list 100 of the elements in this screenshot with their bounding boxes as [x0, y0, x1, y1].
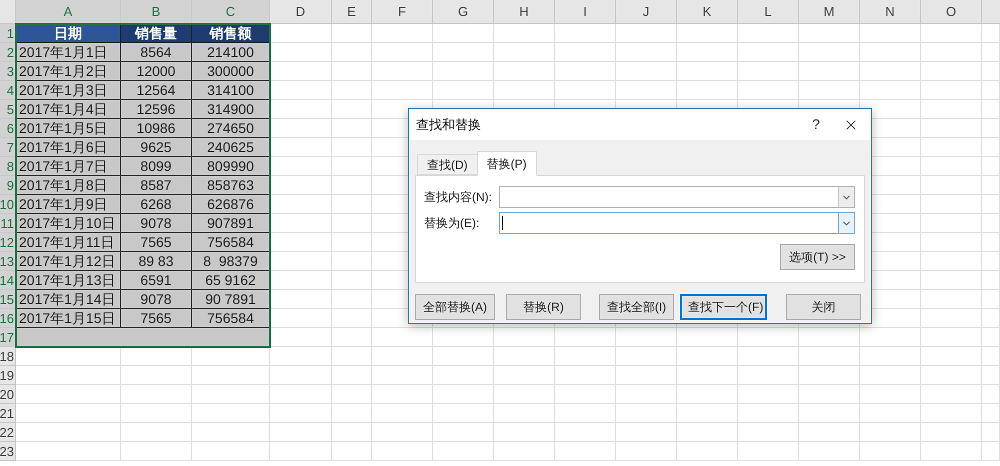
- row-header[interactable]: 7: [0, 138, 16, 157]
- empty-cell[interactable]: [921, 138, 982, 157]
- empty-cell[interactable]: [332, 157, 372, 176]
- combo-field[interactable]: [499, 186, 855, 208]
- empty-cell[interactable]: [677, 43, 738, 62]
- empty-cell[interactable]: [860, 43, 921, 62]
- empty-cell[interactable]: [616, 62, 677, 81]
- empty-cell[interactable]: [860, 385, 921, 404]
- row-header[interactable]: 13: [0, 252, 16, 271]
- empty-cell[interactable]: [433, 366, 494, 385]
- empty-cell[interactable]: [433, 385, 494, 404]
- empty-cell[interactable]: [799, 328, 860, 347]
- empty-cell[interactable]: [921, 385, 982, 404]
- empty-cell[interactable]: [921, 157, 982, 176]
- empty-cell[interactable]: [799, 43, 860, 62]
- empty-cell[interactable]: [738, 62, 799, 81]
- empty-cell[interactable]: [555, 366, 616, 385]
- empty-cell[interactable]: [921, 119, 982, 138]
- row-header[interactable]: 20: [0, 385, 16, 404]
- empty-cell[interactable]: [860, 366, 921, 385]
- empty-cell[interactable]: [616, 43, 677, 62]
- dialog-button[interactable]: 替换(R): [506, 294, 581, 320]
- row-header[interactable]: 1: [0, 24, 16, 43]
- empty-cell[interactable]: [982, 233, 1000, 252]
- empty-cell[interactable]: [921, 81, 982, 100]
- empty-cell[interactable]: [677, 404, 738, 423]
- empty-cell[interactable]: [555, 24, 616, 43]
- empty-cell[interactable]: [494, 62, 555, 81]
- empty-cell[interactable]: [677, 385, 738, 404]
- options-button[interactable]: 选项(T) >>: [780, 244, 855, 270]
- empty-cell[interactable]: [332, 328, 372, 347]
- column-header[interactable]: N: [860, 0, 921, 24]
- empty-cell[interactable]: [799, 347, 860, 366]
- column-header[interactable]: G: [433, 0, 494, 24]
- empty-cell[interactable]: [921, 195, 982, 214]
- empty-cell[interactable]: [270, 366, 332, 385]
- empty-cell[interactable]: [616, 385, 677, 404]
- empty-cell[interactable]: [372, 62, 433, 81]
- empty-cell[interactable]: [677, 366, 738, 385]
- row-header[interactable]: 6: [0, 119, 16, 138]
- column-header[interactable]: B: [121, 0, 192, 24]
- row-header[interactable]: 16: [0, 309, 16, 328]
- empty-cell[interactable]: [121, 347, 192, 366]
- empty-cell[interactable]: [738, 423, 799, 442]
- empty-cell[interactable]: [433, 423, 494, 442]
- empty-cell[interactable]: [332, 309, 372, 328]
- row-header[interactable]: 5: [0, 100, 16, 119]
- empty-cell[interactable]: [555, 328, 616, 347]
- empty-cell[interactable]: [433, 81, 494, 100]
- empty-cell[interactable]: [494, 404, 555, 423]
- empty-cell[interactable]: [860, 62, 921, 81]
- empty-cell[interactable]: [677, 423, 738, 442]
- empty-cell[interactable]: [494, 43, 555, 62]
- empty-cell[interactable]: [860, 423, 921, 442]
- empty-cell[interactable]: [494, 328, 555, 347]
- empty-cell[interactable]: [372, 423, 433, 442]
- empty-cell[interactable]: [616, 24, 677, 43]
- empty-cell[interactable]: [677, 62, 738, 81]
- empty-cell[interactable]: [921, 404, 982, 423]
- empty-cell[interactable]: [332, 81, 372, 100]
- empty-cell[interactable]: [270, 385, 332, 404]
- empty-cell[interactable]: [616, 404, 677, 423]
- empty-cell[interactable]: [332, 62, 372, 81]
- dialog-button[interactable]: 查找全部(I): [599, 294, 674, 320]
- empty-cell[interactable]: [738, 366, 799, 385]
- empty-cell[interactable]: [982, 328, 1000, 347]
- empty-cell[interactable]: [555, 81, 616, 100]
- row-header[interactable]: 11: [0, 214, 16, 233]
- empty-cell[interactable]: [494, 385, 555, 404]
- row-header[interactable]: 3: [0, 62, 16, 81]
- empty-cell[interactable]: [494, 81, 555, 100]
- empty-cell[interactable]: [738, 404, 799, 423]
- empty-cell[interactable]: [270, 404, 332, 423]
- dialog-tab[interactable]: 查找(D): [417, 154, 477, 175]
- row-header[interactable]: 23: [0, 442, 16, 461]
- help-button[interactable]: ?: [801, 112, 831, 136]
- empty-cell[interactable]: [192, 423, 270, 442]
- empty-cell[interactable]: [799, 81, 860, 100]
- dialog-button[interactable]: 查找下一个(F): [680, 294, 767, 320]
- empty-cell[interactable]: [982, 176, 1000, 195]
- empty-cell[interactable]: [982, 404, 1000, 423]
- empty-cell[interactable]: [982, 138, 1000, 157]
- empty-cell[interactable]: [982, 43, 1000, 62]
- empty-cell[interactable]: [332, 43, 372, 62]
- column-header[interactable]: J: [616, 0, 677, 24]
- empty-cell[interactable]: [677, 328, 738, 347]
- empty-cell[interactable]: [332, 100, 372, 119]
- empty-cell[interactable]: [738, 385, 799, 404]
- empty-cell[interactable]: [677, 442, 738, 461]
- row-header[interactable]: 18: [0, 347, 16, 366]
- empty-cell[interactable]: [332, 119, 372, 138]
- empty-cell[interactable]: [555, 43, 616, 62]
- empty-cell[interactable]: [982, 119, 1000, 138]
- empty-cell[interactable]: [616, 423, 677, 442]
- row-header[interactable]: 17: [0, 328, 16, 347]
- empty-cell[interactable]: [121, 385, 192, 404]
- dialog-tab[interactable]: 替换(P): [476, 151, 537, 176]
- empty-cell[interactable]: [555, 442, 616, 461]
- empty-cell[interactable]: [192, 442, 270, 461]
- empty-cell[interactable]: [616, 442, 677, 461]
